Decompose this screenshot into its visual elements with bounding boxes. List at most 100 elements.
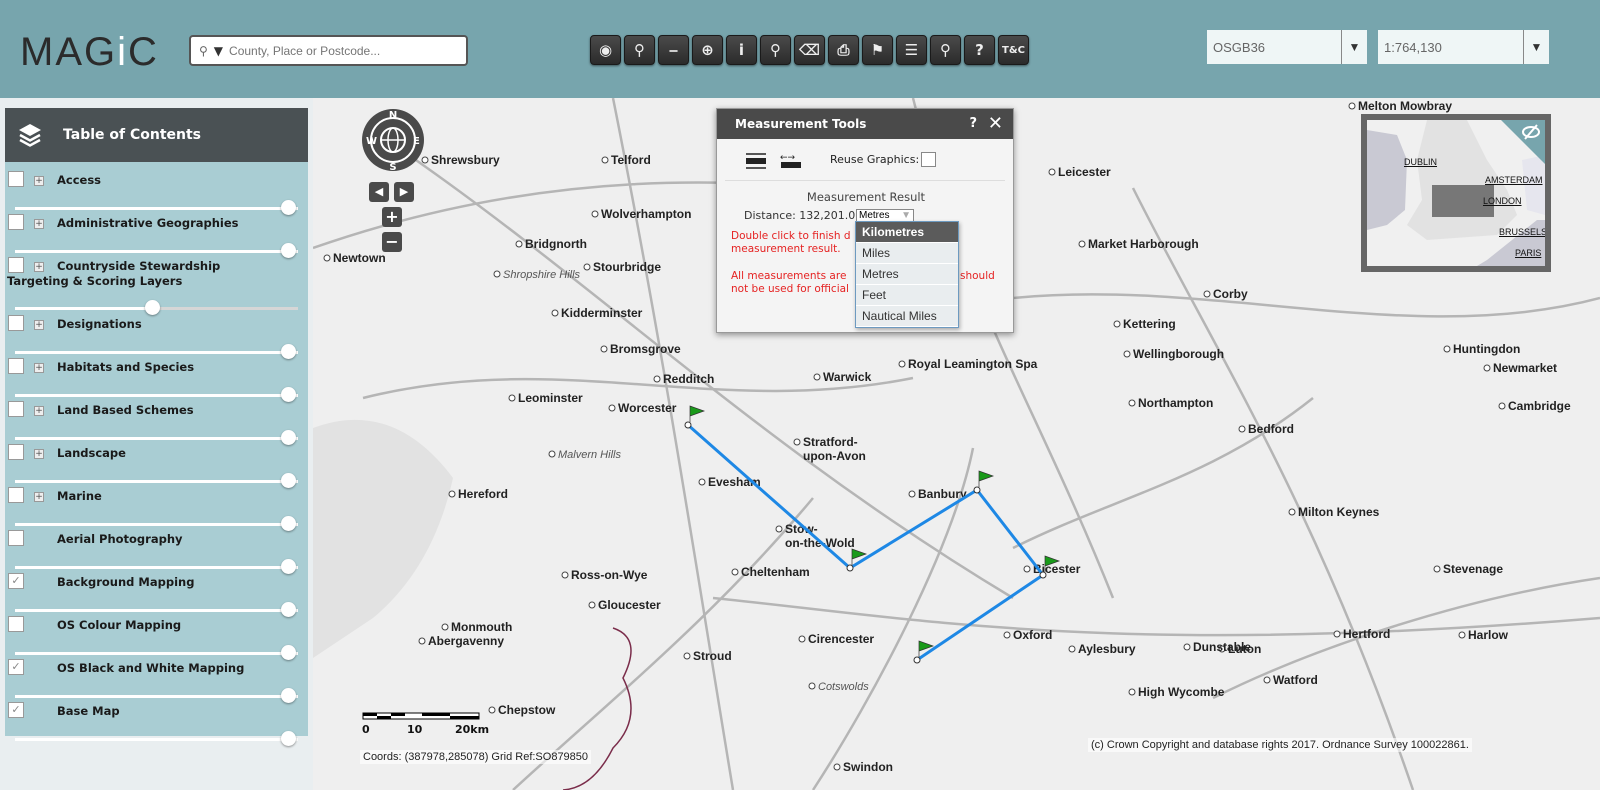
zoom-in-button[interactable]: + (382, 207, 402, 227)
palette-button[interactable]: ◉ (590, 35, 621, 65)
projection-select[interactable]: OSGB36 ▼ (1207, 30, 1367, 64)
town-marker (1443, 345, 1451, 353)
unit-option[interactable]: Nautical Miles (856, 306, 958, 327)
expand-icon[interactable]: + (34, 406, 44, 416)
layer-item: ✓ OS Black and White Mapping (5, 650, 308, 703)
zoom-out-button[interactable]: − (382, 232, 402, 252)
layer-checkbox[interactable]: ✓ (8, 659, 24, 675)
layer-checkbox[interactable] (8, 214, 24, 230)
scale-tick: 10 (407, 723, 423, 736)
location-search[interactable]: ⚲ ▼ (189, 35, 468, 66)
layer-checkbox[interactable] (8, 315, 24, 331)
layer-search-button[interactable]: ⚲ (930, 35, 961, 65)
previous-extent-button[interactable]: ◀ (369, 182, 389, 202)
opacity-slider-track[interactable] (15, 738, 298, 741)
town-marker (1498, 402, 1506, 410)
search-button[interactable]: ⚲ (624, 35, 655, 65)
expand-icon[interactable]: + (34, 363, 44, 373)
layer-checkbox[interactable] (8, 487, 24, 503)
layer-label: OS Black and White Mapping (57, 661, 245, 675)
search-document-button[interactable]: ⚲ (760, 35, 791, 65)
divider (725, 180, 1005, 181)
route-vertex (684, 421, 692, 429)
place-label: Milton Keynes (1298, 505, 1380, 519)
place-label: Oxford (1013, 628, 1052, 642)
expand-icon[interactable]: + (34, 320, 44, 330)
chevron-down-icon[interactable]: ▼ (1341, 30, 1367, 64)
layer-checkbox[interactable] (8, 171, 24, 187)
ruler-button[interactable]: ⎯ (658, 35, 689, 65)
opacity-slider-thumb[interactable] (281, 731, 296, 746)
chevron-down-icon[interactable]: ▼ (1523, 30, 1549, 64)
panel-header: Measurement Tools? ✕ (717, 109, 1013, 139)
list-button[interactable]: ☰ (896, 35, 927, 65)
unit-option[interactable]: Feet (856, 285, 958, 306)
place-label: Leicester (1058, 165, 1111, 179)
search-type-dropdown-icon[interactable]: ▼ (214, 44, 223, 58)
expand-icon[interactable]: + (34, 449, 44, 459)
overview-map[interactable]: DUBLIN AMSTERDAM LONDON BRUSSELS PARIS (1361, 114, 1551, 272)
help-button[interactable]: ? (969, 116, 977, 131)
help-button[interactable]: ? (964, 35, 995, 65)
compass-globe-icon[interactable]: N S W E (361, 108, 425, 173)
place-label: Melton Mowbray (1358, 99, 1452, 113)
projection-value: OSGB36 (1213, 39, 1266, 55)
place-label: Malvern Hills (558, 449, 621, 461)
place-label: Bridgnorth (525, 237, 587, 251)
unit-option[interactable]: Miles (856, 243, 958, 264)
unit-option[interactable]: Kilometres (856, 222, 958, 243)
hide-overview-button[interactable] (1501, 120, 1545, 164)
place-label: High Wycombe (1138, 685, 1225, 699)
layer-checkbox[interactable] (8, 616, 24, 632)
layer-checkbox[interactable] (8, 444, 24, 460)
expand-icon[interactable]: + (34, 176, 44, 186)
expand-icon[interactable]: + (34, 492, 44, 502)
layer-checkbox[interactable]: ✓ (8, 702, 24, 718)
unit-option[interactable]: Metres (856, 264, 958, 285)
print-button[interactable]: ⎙ (828, 35, 859, 65)
layer-label: Background Mapping (57, 575, 195, 589)
disclaimer-text: not be used for official (731, 283, 849, 295)
toc-header: Table of Contents (5, 108, 308, 162)
town-marker (493, 270, 501, 278)
layers-icon (19, 124, 41, 147)
next-extent-button[interactable]: ▶ (394, 182, 414, 202)
info-button[interactable]: i (726, 35, 757, 65)
layer-checkbox[interactable] (8, 530, 24, 546)
place-label: Cirencester (808, 632, 874, 646)
locate-button[interactable]: ⊕ (692, 35, 723, 65)
town-marker (441, 623, 449, 631)
terms-button[interactable]: T&C (998, 35, 1029, 65)
layer-item: + Land Based Schemes (5, 392, 308, 445)
place-label: Bedford (1248, 422, 1294, 436)
town-marker (1238, 425, 1246, 433)
place-label: Dunstable (1193, 640, 1251, 654)
measure-area-icon[interactable]: ←→ (780, 152, 802, 170)
reuse-graphics-checkbox[interactable] (921, 152, 936, 167)
close-icon[interactable]: ✕ (988, 113, 1003, 134)
town-marker (1263, 676, 1271, 684)
search-input[interactable] (229, 43, 440, 58)
town-marker (323, 254, 331, 262)
town-marker (808, 682, 816, 690)
compass-s: S (389, 162, 396, 172)
place-label: Warwick (823, 370, 872, 384)
layer-checkbox[interactable]: ✓ (8, 573, 24, 589)
town-marker (1048, 168, 1056, 176)
layer-item: ✓ Background Mapping (5, 564, 308, 617)
layer-item: + Administrative Geographies (5, 205, 308, 258)
layer-checkbox[interactable] (8, 358, 24, 374)
town-marker (1068, 645, 1076, 653)
search-icon[interactable]: ⚲ (199, 44, 208, 58)
scale-select[interactable]: 1:764,130 ▼ (1378, 30, 1549, 64)
layer-item: Aerial Photography (5, 521, 308, 574)
result-title: Measurement Result (806, 190, 926, 204)
place-label: Market Harborough (1088, 237, 1199, 251)
education-button[interactable]: ⚑ (862, 35, 893, 65)
eraser-button[interactable]: ⌫ (794, 35, 825, 65)
magic-logo[interactable]: MAGiC (20, 30, 159, 75)
expand-icon[interactable]: + (34, 219, 44, 229)
layer-checkbox[interactable] (8, 401, 24, 417)
measure-distance-icon[interactable] (745, 152, 767, 170)
toc-title: Table of Contents (63, 127, 202, 143)
